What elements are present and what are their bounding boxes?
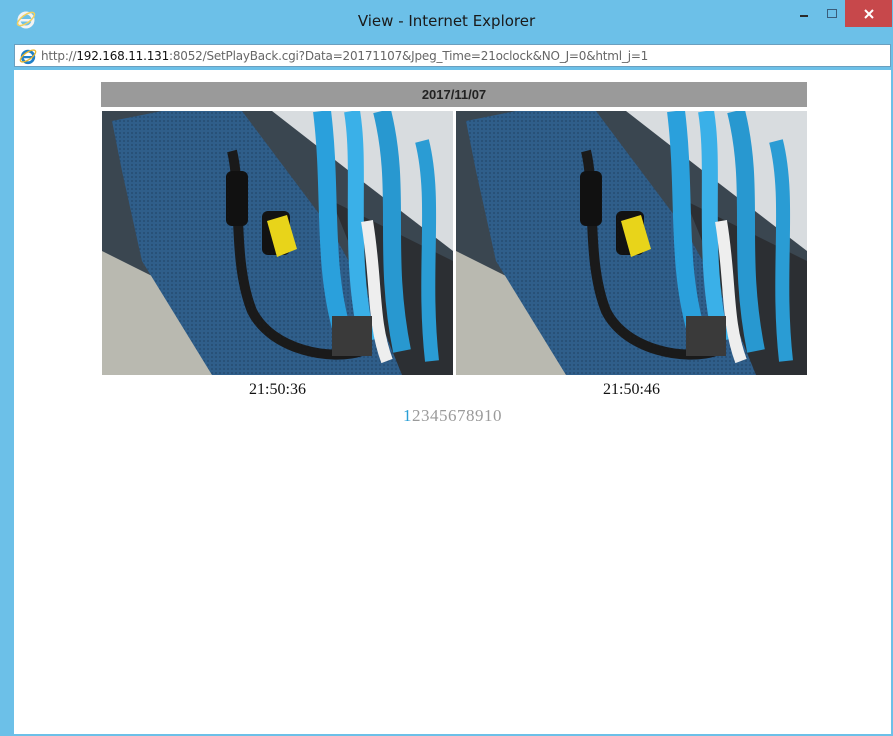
camera-snapshot-image <box>456 111 807 375</box>
snapshot-time: 21:50:36 <box>249 381 306 398</box>
page-link[interactable]: 7 <box>457 406 466 425</box>
window-title: View - Internet Explorer <box>357 12 536 30</box>
page-link[interactable]: 10 <box>484 406 502 425</box>
minimize-icon <box>799 14 808 17</box>
url-path: :8052/SetPlayBack.cgi?Data=20171107&Jpeg… <box>169 48 649 63</box>
url-scheme: http:// <box>41 48 77 63</box>
internet-explorer-icon <box>19 48 37 64</box>
page-link[interactable]: 3 <box>421 406 430 425</box>
snapshot-time: 21:50:46 <box>603 381 660 398</box>
browser-window: View - Internet Explorer http://192.168.… <box>0 0 893 736</box>
maximize-icon <box>826 8 837 18</box>
pagination: 12345678910 <box>14 406 891 426</box>
snapshot-image[interactable] <box>456 111 807 375</box>
page-link[interactable]: 9 <box>475 406 484 425</box>
camera-snapshot-image <box>102 111 453 375</box>
page-link[interactable]: 6 <box>448 406 457 425</box>
address-url[interactable]: http://192.168.11.131:8052/SetPlayBack.c… <box>41 49 648 63</box>
page-link[interactable]: 2 <box>412 406 421 425</box>
page-link[interactable]: 4 <box>430 406 439 425</box>
close-icon <box>863 8 874 19</box>
page-link[interactable]: 1 <box>403 406 412 425</box>
title-bar[interactable]: View - Internet Explorer <box>0 0 893 42</box>
page-link[interactable]: 8 <box>466 406 475 425</box>
page-link[interactable]: 5 <box>439 406 448 425</box>
maximize-button[interactable] <box>818 0 845 27</box>
close-button[interactable] <box>845 0 892 27</box>
address-bar[interactable]: http://192.168.11.131:8052/SetPlayBack.c… <box>14 44 891 67</box>
minimize-button[interactable] <box>790 0 817 27</box>
url-host: 192.168.11.131 <box>76 48 170 63</box>
playback-date: 2017/11/07 <box>101 82 807 107</box>
page-content: 2017/11/07 21:50:36 21:50:46 12345678910 <box>14 70 891 734</box>
snapshot-image[interactable] <box>102 111 453 375</box>
